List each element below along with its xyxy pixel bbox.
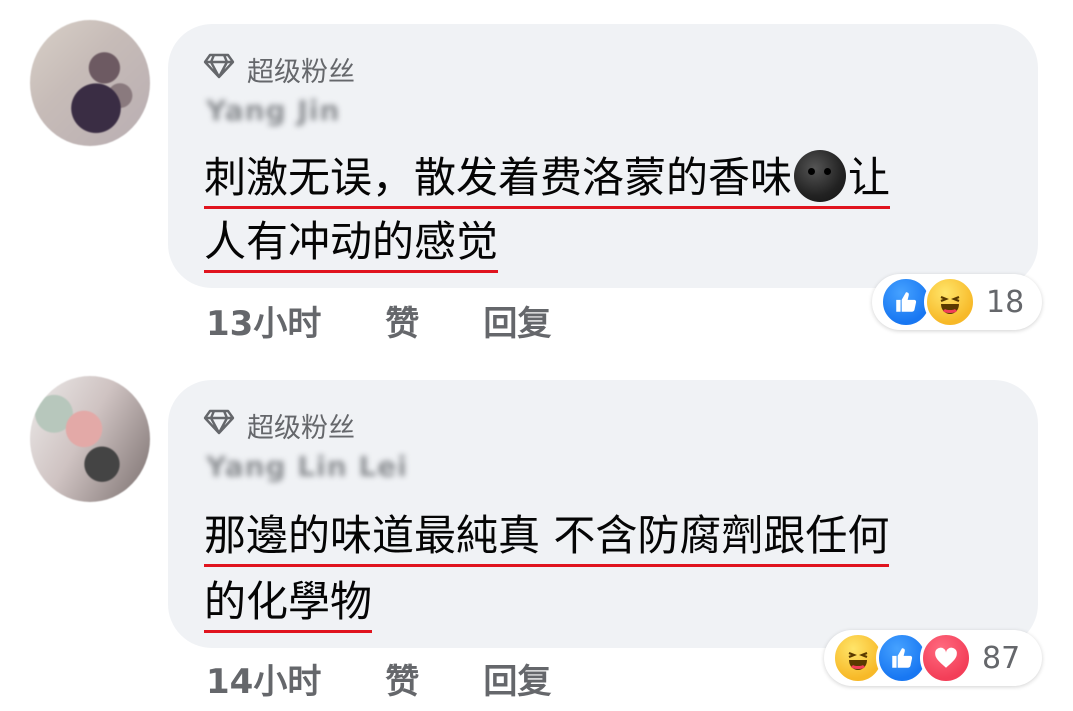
comment-timestamp[interactable]: 13小时 bbox=[206, 296, 321, 345]
comment-actions: 13小时 赞 回复 bbox=[206, 296, 551, 345]
reaction-summary[interactable]: 18 bbox=[872, 274, 1042, 330]
comment-text-line: 人有冲动的感觉 bbox=[204, 216, 499, 273]
diamond-icon bbox=[203, 409, 235, 442]
badge-label: 超级粉丝 bbox=[247, 57, 355, 88]
top-fan-badge: 超级粉丝 bbox=[203, 50, 355, 89]
comment-text-line: 那邊的味道最純真 不含防腐劑跟任何 bbox=[204, 510, 890, 567]
comment-author[interactable]: Yang Lin Lei bbox=[206, 450, 408, 483]
comment-actions: 14小时 赞 回复 bbox=[206, 654, 551, 703]
reply-button[interactable]: 回复 bbox=[483, 654, 551, 703]
haha-reaction-icon bbox=[924, 276, 976, 328]
avatar[interactable] bbox=[30, 20, 150, 146]
reply-button[interactable]: 回复 bbox=[483, 296, 551, 345]
reaction-count: 87 bbox=[982, 640, 1021, 676]
avatar[interactable] bbox=[30, 376, 150, 502]
reaction-count: 18 bbox=[986, 284, 1025, 320]
new-moon-face-icon bbox=[794, 150, 847, 202]
reaction-summary[interactable]: 87 bbox=[824, 630, 1042, 686]
comment-text: 让 bbox=[848, 153, 891, 202]
comment-bubble: 超级粉丝 Yang Lin Lei 那邊的味道最純真 不含防腐劑跟任何 的化學物 bbox=[168, 380, 1038, 648]
comment-text: 那邊的味道最純真 不含防腐劑跟任何 bbox=[204, 510, 890, 567]
comment-author[interactable]: Yang Jin bbox=[206, 94, 340, 127]
like-button[interactable]: 赞 bbox=[385, 296, 419, 345]
top-fan-badge: 超级粉丝 bbox=[203, 406, 355, 445]
love-reaction-icon bbox=[920, 632, 972, 684]
comment-text-line: 的化學物 bbox=[204, 576, 373, 633]
comment-text: 的化學物 bbox=[204, 576, 373, 633]
comment-bubble: 超级粉丝 Yang Jin 刺激无误，散发着费洛蒙的香味 让 人有冲动的感觉 bbox=[168, 24, 1038, 288]
diamond-icon bbox=[203, 53, 235, 86]
comment-timestamp[interactable]: 14小时 bbox=[206, 654, 321, 703]
badge-label: 超级粉丝 bbox=[247, 413, 355, 444]
comment-text: 人有冲动的感觉 bbox=[204, 216, 499, 273]
like-button[interactable]: 赞 bbox=[385, 654, 419, 703]
comment-text: 刺激无误，散发着费洛蒙的香味 bbox=[204, 153, 793, 202]
comment-text-line: 刺激无误，散发着费洛蒙的香味 让 bbox=[204, 150, 891, 209]
